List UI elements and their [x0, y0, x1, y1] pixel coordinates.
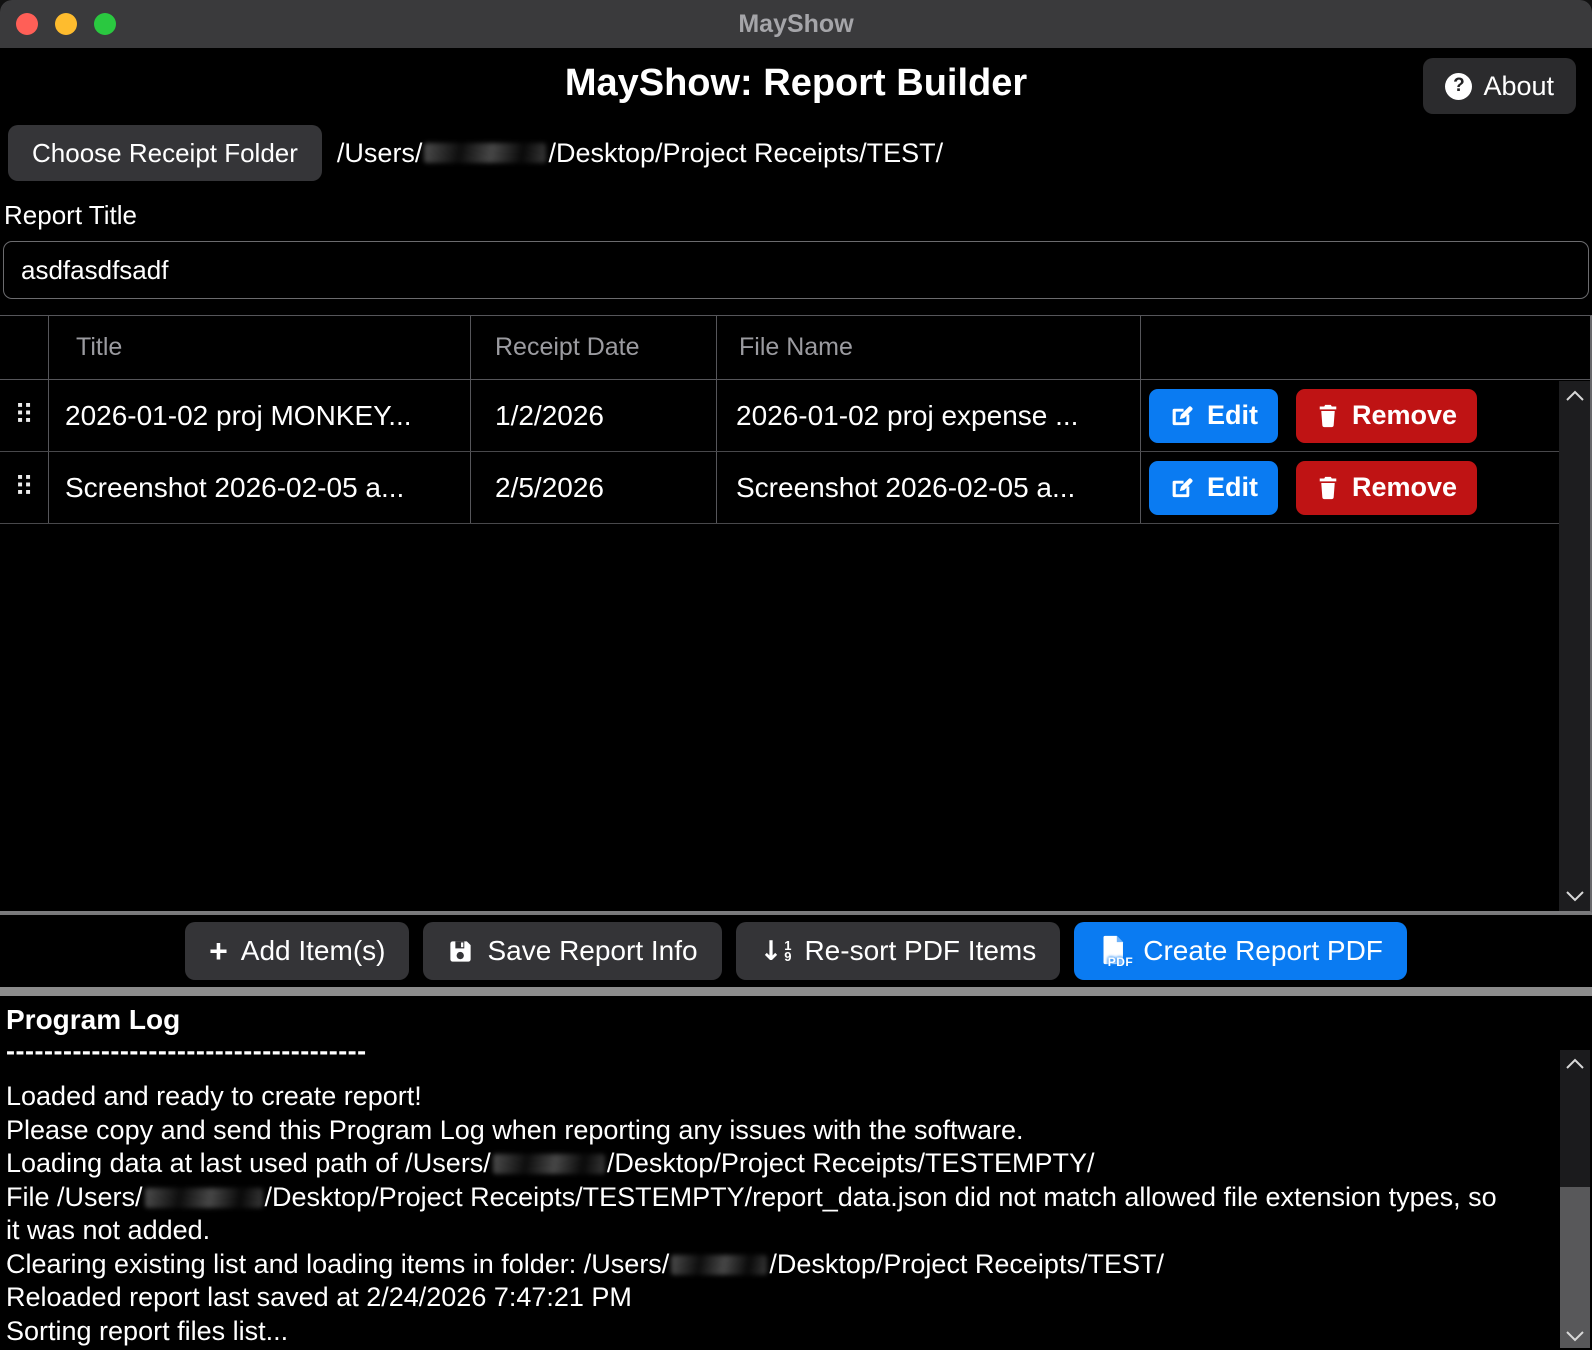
redacted-username — [493, 1154, 605, 1174]
edit-icon — [1169, 403, 1195, 429]
section-divider — [0, 987, 1592, 996]
remove-button[interactable]: Remove — [1296, 461, 1477, 515]
redacted-username — [424, 143, 546, 163]
cell-receipt-date: 2/5/2026 — [470, 452, 716, 523]
chevron-up-icon[interactable] — [1564, 390, 1586, 402]
floppy-icon — [447, 938, 474, 965]
cell-actions: Edit Remove — [1140, 380, 1590, 451]
program-log-title: Program Log — [6, 1004, 1584, 1036]
folder-row: Choose Receipt Folder /Users/ /Desktop/P… — [0, 124, 1592, 182]
column-header-title: Title — [48, 316, 470, 379]
remove-button[interactable]: Remove — [1296, 389, 1477, 443]
resort-pdf-items-label: Re-sort PDF Items — [804, 935, 1036, 967]
program-log: Program Log ----------------------------… — [0, 996, 1592, 1348]
path-suffix: /Desktop/Project Receipts/TEST/ — [548, 138, 943, 169]
drag-handle[interactable]: ⠿ — [0, 380, 48, 451]
cell-title: 2026-01-02 proj MONKEY... — [48, 380, 470, 451]
remove-label: Remove — [1352, 472, 1457, 503]
add-items-label: Add Item(s) — [241, 935, 386, 967]
column-header-receipt-date: Receipt Date — [470, 316, 716, 379]
report-title-input[interactable] — [3, 241, 1589, 299]
report-title-label: Report Title — [4, 200, 1592, 231]
receipt-folder-path: /Users/ /Desktop/Project Receipts/TEST/ — [337, 138, 943, 169]
choose-receipt-folder-button[interactable]: Choose Receipt Folder — [8, 125, 322, 181]
about-label: About — [1483, 71, 1554, 102]
items-table: Title Receipt Date File Name ⠿ 2026-01-0… — [0, 315, 1592, 913]
edit-button[interactable]: Edit — [1149, 389, 1278, 443]
sort-numeric-down-icon: ↓ 1 9 — [760, 938, 792, 965]
create-report-pdf-label: Create Report PDF — [1143, 935, 1383, 967]
drag-column-header — [0, 316, 48, 379]
table-row: ⠿ Screenshot 2026-02-05 a... 2/5/2026 Sc… — [0, 452, 1590, 524]
app-window: MayShow MayShow: Report Builder ? About … — [0, 0, 1592, 1350]
column-header-file-name: File Name — [716, 316, 1140, 379]
trash-icon — [1316, 403, 1340, 429]
cell-receipt-date: 1/2/2026 — [470, 380, 716, 451]
plus-icon: + — [209, 935, 228, 967]
redacted-username — [671, 1255, 767, 1275]
edit-icon — [1169, 475, 1195, 501]
scrollbar-thumb[interactable] — [1560, 1187, 1590, 1348]
edit-label: Edit — [1207, 472, 1258, 503]
add-items-button[interactable]: + Add Item(s) — [185, 922, 409, 980]
chevron-up-icon[interactable] — [1564, 1058, 1586, 1070]
about-button[interactable]: ? About — [1423, 58, 1576, 114]
cell-file-name: 2026-01-02 proj expense ... — [716, 380, 1140, 451]
edit-label: Edit — [1207, 400, 1258, 431]
column-header-actions — [1140, 316, 1590, 379]
trash-icon — [1316, 475, 1340, 501]
actions-bar: + Add Item(s) Save Report Info ↓ 1 9 Re-… — [0, 913, 1592, 987]
save-report-info-label: Save Report Info — [487, 935, 697, 967]
edit-button[interactable]: Edit — [1149, 461, 1278, 515]
cell-title: Screenshot 2026-02-05 a... — [48, 452, 470, 523]
redacted-username — [145, 1188, 263, 1208]
titlebar[interactable]: MayShow — [0, 0, 1592, 48]
log-line: Loaded and ready to create report! — [6, 1080, 1511, 1114]
drag-handle[interactable]: ⠿ — [0, 452, 48, 523]
chevron-down-icon[interactable] — [1564, 1330, 1586, 1342]
log-line: Sorting report files list... — [6, 1315, 1511, 1349]
resort-pdf-items-button[interactable]: ↓ 1 9 Re-sort PDF Items — [736, 922, 1061, 980]
window-title: MayShow — [0, 0, 1592, 48]
save-report-info-button[interactable]: Save Report Info — [423, 922, 721, 980]
cell-actions: Edit Remove — [1140, 452, 1590, 523]
page-title: MayShow: Report Builder — [0, 62, 1592, 105]
log-line: Reloaded report last saved at 2/24/2026 … — [6, 1281, 1511, 1315]
pdf-file-icon: PDF — [1098, 934, 1130, 968]
table-scrollbar[interactable] — [1559, 381, 1590, 911]
create-report-pdf-button[interactable]: PDF Create Report PDF — [1074, 922, 1407, 980]
log-separator: -------------------------------------- — [6, 1036, 1584, 1067]
table-header-row: Title Receipt Date File Name — [0, 316, 1590, 380]
app-header: MayShow: Report Builder ? About — [0, 48, 1592, 122]
log-line: Clearing existing list and loading items… — [6, 1248, 1511, 1282]
path-prefix: /Users/ — [337, 138, 423, 169]
remove-label: Remove — [1352, 400, 1457, 431]
table-row: ⠿ 2026-01-02 proj MONKEY... 1/2/2026 202… — [0, 380, 1590, 452]
log-scrollbar[interactable] — [1560, 1050, 1590, 1348]
cell-file-name: Screenshot 2026-02-05 a... — [716, 452, 1140, 523]
question-icon: ? — [1445, 73, 1472, 100]
log-line: File /Users//Desktop/Project Receipts/TE… — [6, 1181, 1511, 1248]
chevron-down-icon[interactable] — [1564, 890, 1586, 902]
log-line: Please copy and send this Program Log wh… — [6, 1114, 1511, 1148]
log-line: Loading data at last used path of /Users… — [6, 1147, 1511, 1181]
